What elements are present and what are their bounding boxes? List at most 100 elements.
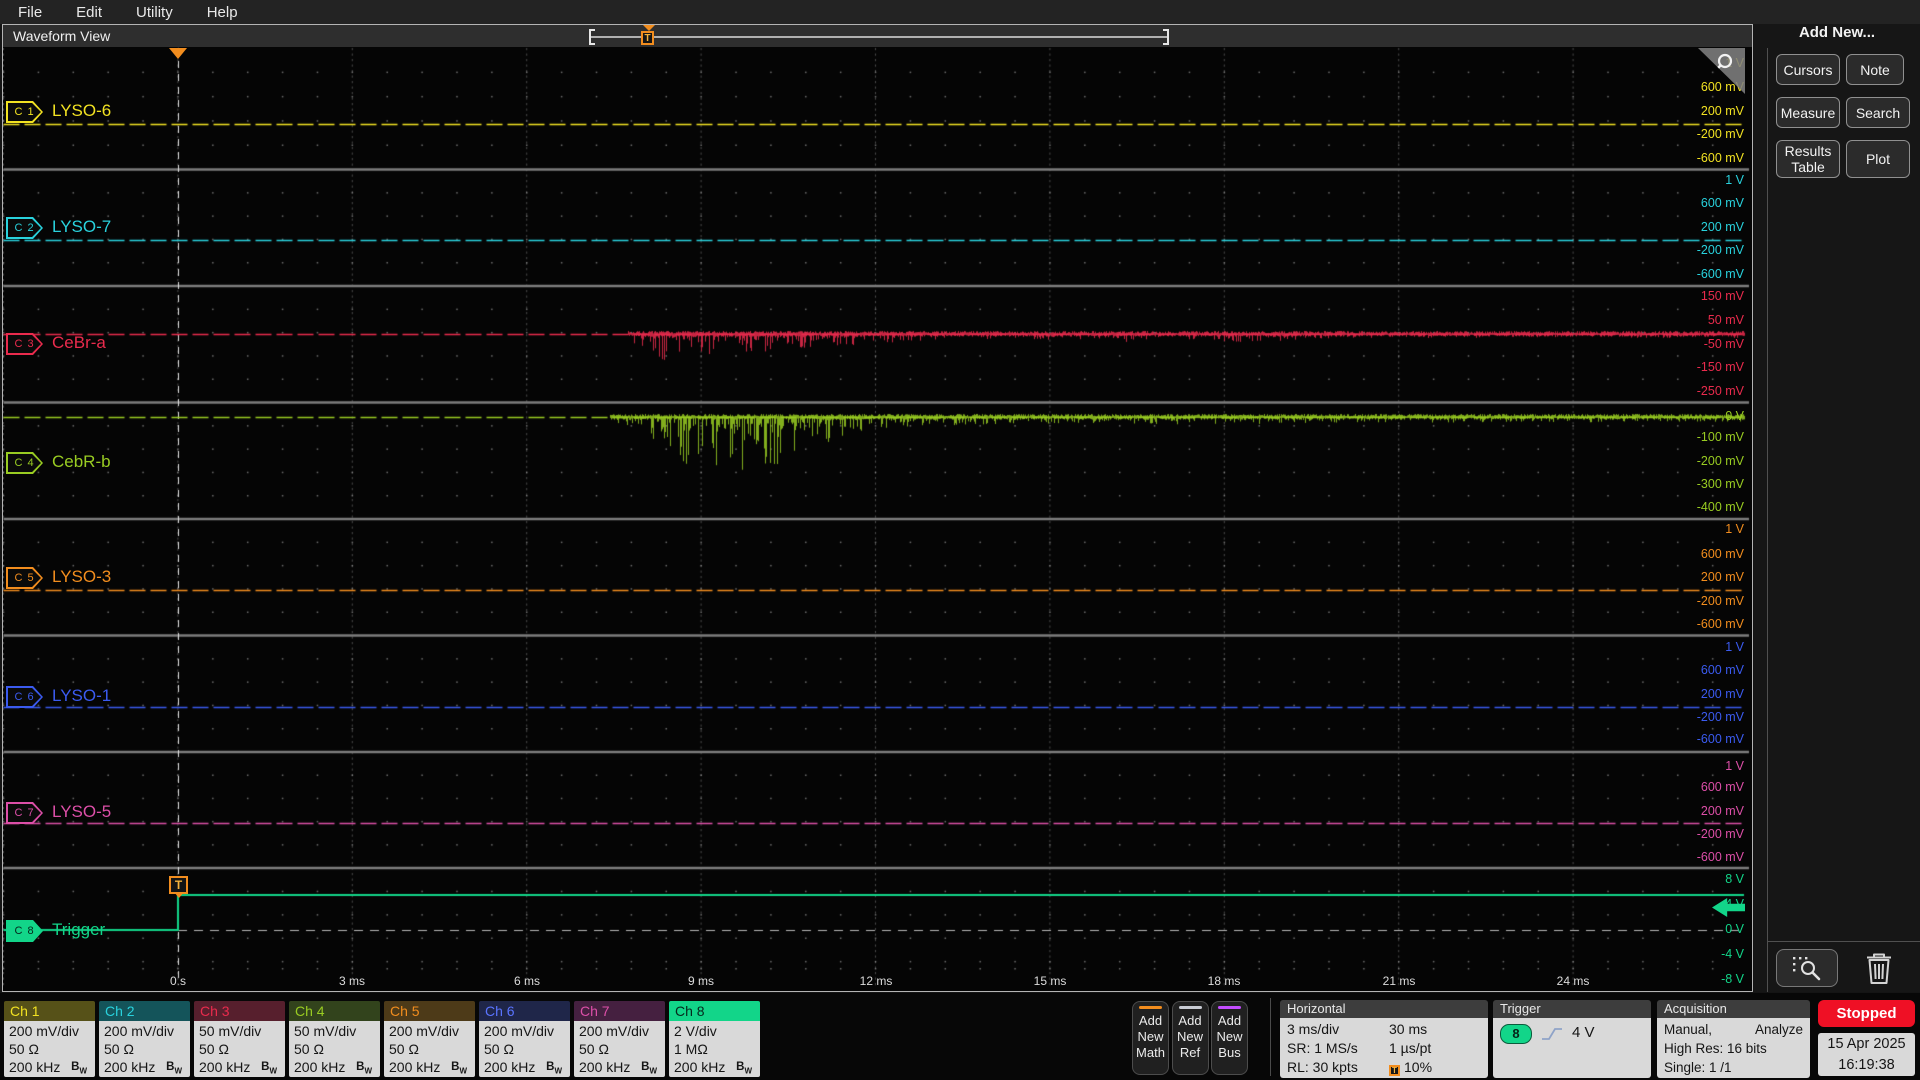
trigger-position-percent: 10% (1404, 1059, 1432, 1075)
channel-bandwidth: 200 kHz (104, 1058, 155, 1077)
channel-settings-badge-ch8[interactable]: Ch 82 V/div1 MΩ200 kHz BW (669, 1001, 760, 1077)
horizontal-scale: 3 ms/div (1287, 1020, 1389, 1039)
trigger-settings-panel[interactable]: Trigger 8 4 V (1493, 1000, 1651, 1078)
waveform-view-tab-bar: Waveform View T (3, 25, 1752, 47)
channel-badge-label: Ch 6 (479, 1001, 570, 1021)
menu-item-help[interactable]: Help (207, 4, 238, 21)
acquisition-resolution: High Res: 16 bits (1664, 1039, 1803, 1058)
add-new-note-button[interactable]: Note (1846, 54, 1904, 85)
channel-bandwidth: 200 kHz (484, 1058, 535, 1077)
add-new-search-button[interactable]: Search (1846, 97, 1910, 128)
waveform-view-panel: Waveform View T (2, 24, 1753, 992)
record-trigger-position-marker[interactable]: T (641, 26, 656, 48)
horizontal-window: 30 ms (1389, 1020, 1427, 1039)
channel-badge-label: Ch 2 (99, 1001, 190, 1021)
datetime-display: 15 Apr 2025 16:19:38 (1818, 1033, 1915, 1076)
channel-settings-badge-ch6[interactable]: Ch 6200 mV/div50 Ω200 kHzBW (479, 1001, 570, 1077)
button-color-stripe (1139, 1006, 1162, 1009)
record-view-bar[interactable]: T (589, 29, 1169, 45)
channel-settings-badge-ch3[interactable]: Ch 350 mV/div50 Ω200 kHz BW (194, 1001, 285, 1077)
bandwidth-limit-icon: BW (356, 1058, 372, 1077)
add-new-ref-button[interactable]: AddNewRef (1172, 1001, 1209, 1075)
channel-scale: 50 mV/div (199, 1022, 280, 1040)
waveform-view-title[interactable]: Waveform View (13, 28, 110, 44)
channel-impedance: 50 Ω (199, 1040, 280, 1058)
horizontal-settings-panel[interactable]: Horizontal 3 ms/div30 ms SR: 1 MS/s1 µs/… (1280, 1000, 1488, 1078)
settings-bar: Ch 1200 mV/div50 Ω200 kHzBWCh 2200 mV/di… (0, 993, 1920, 1080)
acquisition-settings-panel[interactable]: Acquisition Manual,Analyze High Res: 16 … (1657, 1000, 1810, 1078)
channel-impedance: 50 Ω (579, 1040, 660, 1058)
channel-scale: 200 mV/div (9, 1022, 90, 1040)
add-new-math-button[interactable]: AddNewMath (1132, 1001, 1169, 1075)
bandwidth-limit-icon: BW (261, 1058, 277, 1077)
trigger-point-flag-icon[interactable]: T (169, 876, 188, 894)
waveform-graticule[interactable] (3, 47, 1752, 991)
channel-name-c6[interactable]: LYSO-1 (52, 686, 111, 706)
channel-name-c5[interactable]: LYSO-3 (52, 567, 111, 587)
horizontal-panel-title: Horizontal (1280, 1000, 1488, 1018)
run-stop-status-button[interactable]: Stopped (1818, 1000, 1915, 1027)
channel-scale: 200 mV/div (104, 1022, 185, 1040)
delete-trash-icon[interactable] (1860, 948, 1898, 988)
time-label: 16:19:38 (1818, 1055, 1915, 1076)
channel-bandwidth: 200 kHz (294, 1058, 345, 1077)
channel-settings-badge-ch5[interactable]: Ch 5200 mV/div50 Ω200 kHzBW (384, 1001, 475, 1077)
trigger-position-triangle-icon[interactable] (169, 48, 187, 59)
acquisition-analyze: Analyze (1755, 1020, 1803, 1039)
channel-impedance: 50 Ω (389, 1040, 470, 1058)
rising-edge-icon (1541, 1025, 1563, 1043)
trigger-level: 4 V (1572, 1024, 1595, 1041)
add-new-cursors-button[interactable]: Cursors (1776, 54, 1840, 85)
acquisition-panel-title: Acquisition (1657, 1000, 1810, 1018)
channel-name-c2[interactable]: LYSO-7 (52, 217, 111, 237)
zoom-mode-button[interactable] (1776, 949, 1838, 987)
channel-settings-badge-ch2[interactable]: Ch 2200 mV/div50 Ω200 kHz BW (99, 1001, 190, 1077)
record-view-left-bracket (589, 29, 595, 45)
channel-badge-label: Ch 7 (574, 1001, 665, 1021)
menu-item-utility[interactable]: Utility (136, 4, 173, 21)
sidebar-separator (1768, 941, 1920, 942)
channel-bandwidth: 200 kHz (9, 1058, 60, 1077)
date-label: 15 Apr 2025 (1818, 1034, 1915, 1055)
add-new-title: Add New... (1754, 24, 1920, 41)
add-new-plot-button[interactable]: Plot (1846, 140, 1910, 178)
channel-scale: 2 V/div (674, 1022, 755, 1040)
zoom-select-icon (1789, 954, 1825, 982)
channel-name-c1[interactable]: LYSO-6 (52, 101, 111, 121)
add-new-measure-button[interactable]: Measure (1776, 97, 1840, 128)
menu-item-file[interactable]: File (18, 4, 42, 21)
channel-impedance: 1 MΩ (674, 1040, 755, 1058)
record-view-line (589, 36, 1169, 38)
channel-scale: 200 mV/div (484, 1022, 565, 1040)
channel-name-c3[interactable]: CeBr-a (52, 333, 106, 353)
channel-impedance: 50 Ω (104, 1040, 185, 1058)
channel-settings-badge-ch7[interactable]: Ch 7200 mV/div50 Ω200 kHz BW (574, 1001, 665, 1077)
channel-name-c4[interactable]: CebR-b (52, 452, 111, 472)
record-length: RL: 30 kpts (1287, 1058, 1389, 1077)
channel-scale: 50 mV/div (294, 1022, 375, 1040)
sample-rate: SR: 1 MS/s (1287, 1039, 1389, 1058)
menu-item-edit[interactable]: Edit (76, 4, 102, 21)
channel-bandwidth: 200 kHz (579, 1058, 630, 1077)
channel-bandwidth: 200 kHz (199, 1058, 250, 1077)
bandwidth-limit-icon: BW (451, 1058, 467, 1077)
bandwidth-limit-icon: BW (641, 1058, 657, 1077)
trigger-panel-title: Trigger (1493, 1000, 1651, 1018)
add-new-results-table-button[interactable]: Results Table (1776, 140, 1840, 178)
channel-name-c7[interactable]: LYSO-5 (52, 802, 111, 822)
record-view-right-bracket (1163, 29, 1169, 45)
bandwidth-limit-icon: BW (166, 1058, 182, 1077)
channel-scale: 200 mV/div (579, 1022, 660, 1040)
channel-badge-label: Ch 8 (669, 1001, 760, 1021)
channel-settings-badge-ch1[interactable]: Ch 1200 mV/div50 Ω200 kHzBW (4, 1001, 95, 1077)
channel-settings-badge-ch4[interactable]: Ch 450 mV/div50 Ω200 kHzBW (289, 1001, 380, 1077)
channel-name-c8[interactable]: Trigger (52, 920, 105, 940)
bandwidth-limit-icon: BW (736, 1058, 752, 1077)
trigger-position-icon: T (1389, 1065, 1400, 1076)
channel-badge-label: Ch 3 (194, 1001, 285, 1021)
results-bar-frame (1767, 48, 1920, 992)
channel-bandwidth: 200 kHz (674, 1058, 725, 1077)
acquisition-sequence: Single: 1 /1 (1664, 1058, 1803, 1077)
add-new-bus-button[interactable]: AddNewBus (1211, 1001, 1248, 1075)
channel-badge-label: Ch 4 (289, 1001, 380, 1021)
